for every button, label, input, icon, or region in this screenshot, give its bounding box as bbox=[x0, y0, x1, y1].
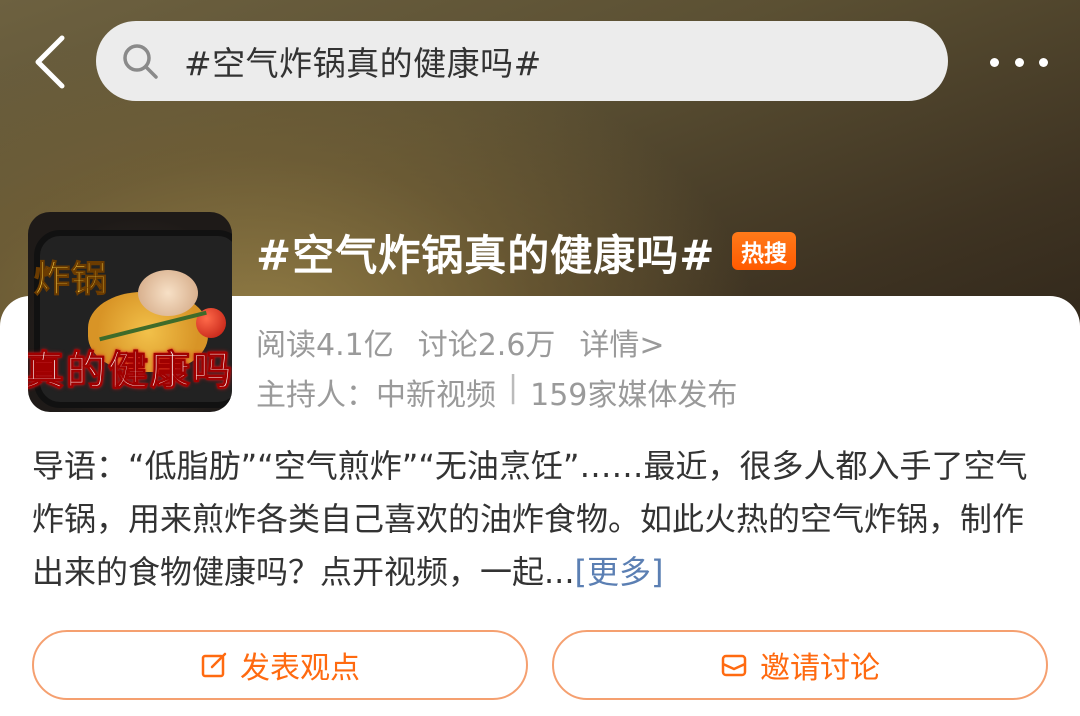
topic-stats: 阅读4.1亿 讨论2.6万 详情> bbox=[256, 320, 665, 364]
read-count: 阅读4.1亿 bbox=[256, 328, 394, 363]
mail-icon bbox=[720, 651, 748, 679]
more-dots-icon bbox=[990, 57, 999, 67]
cover-caption-top: 炸锅 bbox=[33, 259, 109, 301]
intro-text: 导语：“低脂肪”“空气煎炸”“无油烹饪”……最近，很多人都入手了空气炸锅，用来煎… bbox=[32, 447, 1028, 591]
invite-discussion-button[interactable]: 邀请讨论 bbox=[552, 630, 1048, 700]
search-icon bbox=[120, 41, 160, 81]
edit-icon bbox=[200, 651, 228, 679]
details-link[interactable]: 详情> bbox=[579, 320, 664, 364]
topic-title: #空气炸锅真的健康吗# bbox=[256, 231, 716, 280]
more-options-button[interactable] bbox=[984, 40, 1054, 84]
more-dots-icon bbox=[1014, 57, 1024, 67]
cover-food-shape bbox=[138, 270, 198, 316]
post-opinion-button[interactable]: 发表观点 bbox=[32, 630, 528, 700]
publisher-count: 159家媒体发布 bbox=[530, 378, 738, 413]
search-query-text: #空气炸锅真的健康吗# bbox=[184, 44, 542, 83]
topic-intro: 导语：“低脂肪”“空气煎炸”“无油烹饪”……最近，很多人都入手了空气炸锅，用来煎… bbox=[32, 440, 1032, 599]
discussion-count: 讨论2.6万 bbox=[417, 328, 556, 363]
top-bar: #空气炸锅真的健康吗# bbox=[0, 0, 1080, 120]
chevron-left-icon bbox=[35, 35, 65, 89]
search-input[interactable]: #空气炸锅真的健康吗# bbox=[96, 21, 948, 101]
more-link[interactable]: [更多] bbox=[575, 553, 664, 591]
host-label: 主持人：中新视频 bbox=[256, 378, 496, 413]
host-separator: | bbox=[508, 370, 519, 405]
back-button[interactable] bbox=[22, 28, 78, 96]
topic-cover-image[interactable]: 炸锅 真的健康吗 bbox=[28, 212, 232, 412]
hot-search-badge: 热搜 bbox=[732, 232, 796, 270]
post-opinion-label: 发表观点 bbox=[240, 651, 360, 686]
cover-caption-bottom: 真的健康吗 bbox=[28, 348, 232, 395]
more-dots-icon bbox=[1039, 57, 1048, 67]
host-info: 主持人：中新视频 | 159家媒体发布 bbox=[256, 370, 737, 414]
invite-discussion-label: 邀请讨论 bbox=[760, 651, 880, 686]
